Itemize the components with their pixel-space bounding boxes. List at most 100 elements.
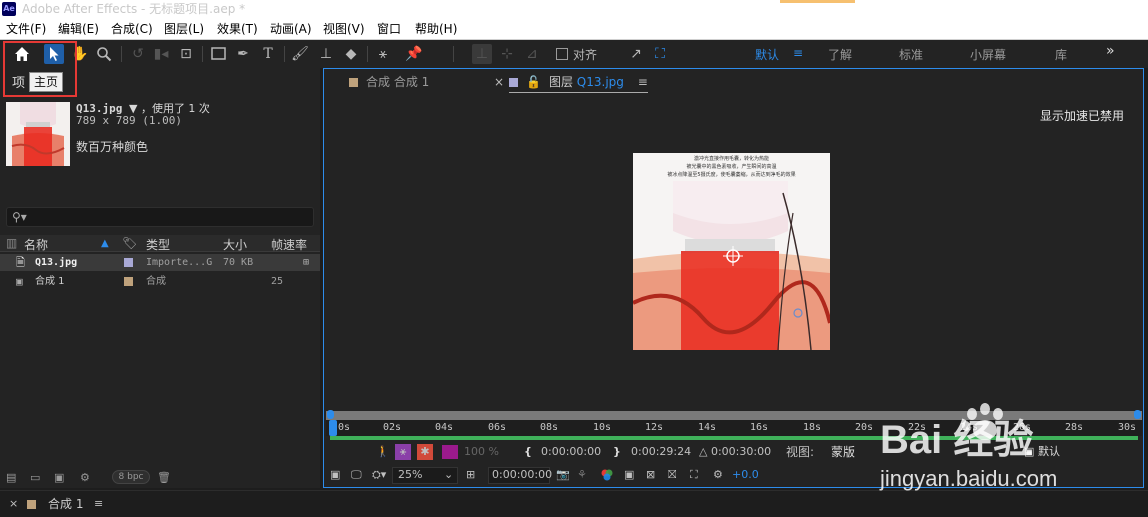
set-out-point-icon[interactable]: } <box>613 444 621 460</box>
brush-tool-icon[interactable]: 🖌 <box>290 44 310 64</box>
ruler-tick-label: 14s <box>698 422 717 433</box>
interpret-footage-icon[interactable]: ▤ <box>6 470 16 486</box>
ruler-tick-label: 12s <box>645 422 664 433</box>
footage-thumbnail <box>6 102 70 166</box>
roto-icon[interactable]: ✱ <box>417 444 433 460</box>
current-time-indicator[interactable] <box>329 420 337 436</box>
tab-menu-icon[interactable]: ≡ <box>94 496 103 512</box>
menu-file[interactable]: 文件(F) <box>6 22 46 37</box>
out-point-time[interactable]: 0:00:29:24 <box>631 444 691 460</box>
puppet-pin-tool-icon[interactable]: 📌 <box>404 44 424 64</box>
snapshot-camera-icon[interactable]: 📷 <box>556 467 570 483</box>
bit-depth-button[interactable]: 8 bpc <box>112 470 150 484</box>
always-preview-icon[interactable]: ▣ <box>330 467 340 483</box>
color-channels-icon[interactable] <box>600 467 614 487</box>
title-highlight-strip <box>780 0 855 3</box>
reset-exposure-icon[interactable]: ⛶ <box>690 467 698 483</box>
set-in-point-icon[interactable]: { <box>524 444 532 460</box>
clone-stamp-tool-icon[interactable]: ⊥ <box>316 44 336 64</box>
menu-help[interactable]: 帮助(H) <box>415 22 457 37</box>
tab-layer[interactable]: 🔓 图层 Q13.jpg ≡ <box>509 74 648 93</box>
column-size[interactable]: 大小 <box>223 236 247 253</box>
label-color-swatch[interactable] <box>124 258 133 267</box>
menu-animation[interactable]: 动画(A) <box>270 22 312 37</box>
roto-brush-tool-icon[interactable]: ⚹ <box>373 44 393 64</box>
workspace-menu-icon[interactable]: ≡ <box>793 46 803 60</box>
camera-tool-icon[interactable]: ▮◂ <box>151 44 171 64</box>
menu-edit[interactable]: 编辑(E) <box>58 22 99 37</box>
menu-composition[interactable]: 合成(C) <box>111 22 153 37</box>
column-fps[interactable]: 帧速率 <box>271 236 307 253</box>
project-search-input[interactable] <box>6 207 314 227</box>
eraser-tool-icon[interactable]: ◆ <box>341 44 361 64</box>
ruler-tick-label: 0s <box>338 422 351 433</box>
channel-color-swatch[interactable] <box>442 445 458 459</box>
motion-path-icon[interactable]: 🚶 <box>376 444 390 460</box>
item-name: Q13.jpg <box>35 257 78 268</box>
label-tag-icon[interactable]: 🏷 <box>122 236 137 250</box>
more-workspaces-icon[interactable]: » <box>1106 43 1115 59</box>
project-item-row[interactable]: ▣ 合成 1 合成 25 <box>0 273 320 290</box>
ruler-tick-label: 06s <box>488 422 507 433</box>
flowchart-icon[interactable]: ⊞ <box>303 254 309 271</box>
local-axis-icon[interactable]: ⊥ <box>472 44 492 64</box>
new-folder-icon[interactable]: ▭ <box>30 470 40 486</box>
delete-icon[interactable]: 🗑 <box>157 470 171 486</box>
toggle-grid-icon[interactable]: ⊠ <box>646 467 655 483</box>
rotate-tool-icon[interactable]: ↺ <box>128 44 148 64</box>
workspace-libraries[interactable]: 库 <box>1055 46 1067 63</box>
sort-ascending-icon[interactable]: ▲ <box>101 238 109 249</box>
column-type[interactable]: 类型 <box>146 236 170 253</box>
snapping-checkbox[interactable] <box>554 44 569 64</box>
project-item-row[interactable]: 🗎 Q13.jpg Importe...G 70 KB ⊞ <box>0 254 320 271</box>
close-tab-icon[interactable]: × <box>494 74 504 90</box>
fast-previews-icon[interactable]: ⛝ <box>668 467 676 483</box>
ruler-tick-label: 20s <box>855 422 874 433</box>
window-title: Adobe After Effects - 无标题项目.aep * <box>22 2 246 16</box>
snap-features-icon[interactable]: ⛶ <box>650 44 670 64</box>
in-point-time[interactable]: 0:00:00:00 <box>541 444 601 460</box>
tab-timeline-comp[interactable]: 合成 1 <box>48 496 83 512</box>
workspace-default[interactable]: 默认 <box>755 46 779 63</box>
current-time-value: 0:00:00:00 <box>492 468 553 481</box>
work-area-start-handle[interactable] <box>327 410 334 419</box>
column-name[interactable]: 名称 <box>24 236 48 253</box>
view-mode-select[interactable]: 蒙版 <box>831 444 855 460</box>
workspace-small-screen[interactable]: 小屏幕 <box>970 46 1006 63</box>
item-type: Importe...G <box>146 257 213 268</box>
region-of-interest-icon[interactable]: ⊞ <box>466 467 475 483</box>
new-composition-icon[interactable]: ▣ <box>54 470 64 486</box>
snapping-label: 对齐 <box>573 48 598 62</box>
zoom-tool-icon[interactable] <box>94 44 114 64</box>
label-color-swatch[interactable] <box>124 277 133 286</box>
close-tab-icon[interactable]: × <box>9 496 18 512</box>
pan-behind-tool-icon[interactable]: ⊡ <box>176 44 196 64</box>
mask-visibility-icon[interactable]: ⛭▾ <box>372 467 386 483</box>
show-snapshot-icon[interactable]: ⚘ <box>577 467 587 483</box>
work-area-end-handle[interactable] <box>1134 410 1141 419</box>
snap-edges-icon[interactable]: ↗ <box>626 44 646 64</box>
menu-view[interactable]: 视图(V) <box>323 22 365 37</box>
view-axis-icon[interactable]: ⊿ <box>522 44 542 64</box>
workspace-learn[interactable]: 了解 <box>828 46 852 63</box>
project-settings-icon[interactable]: ⚙ <box>80 470 90 486</box>
exposure-icon[interactable]: ⚙ <box>713 467 723 483</box>
onion-skin-icon[interactable]: ⚹ <box>395 444 411 460</box>
ruler-tick-label: 18s <box>803 422 822 433</box>
menu-window[interactable]: 窗口 <box>377 22 401 37</box>
menu-layer[interactable]: 图层(L) <box>164 22 204 37</box>
workspace-standard[interactable]: 标准 <box>899 46 923 63</box>
menu-effect[interactable]: 效果(T) <box>217 22 258 37</box>
lock-icon: 🔓 <box>526 75 541 89</box>
rectangle-tool-icon[interactable] <box>208 44 228 64</box>
world-axis-icon[interactable]: ⊹ <box>497 44 517 64</box>
pen-tool-icon[interactable]: ✒ <box>233 44 253 64</box>
opacity-value[interactable]: 100 % <box>464 444 499 460</box>
tab-composition[interactable]: 合成 合成 1 <box>349 74 429 90</box>
type-tool-icon[interactable]: T <box>258 44 278 64</box>
item-fps: 25 <box>271 276 284 287</box>
monitor-icon[interactable]: 🖵 <box>351 467 362 483</box>
toggle-transparency-icon[interactable]: ▣ <box>624 467 634 483</box>
exposure-value[interactable]: +0.0 <box>732 467 759 483</box>
project-footer-bar: ▤ ▭ ▣ ⚙ 🗑 <box>0 468 320 488</box>
